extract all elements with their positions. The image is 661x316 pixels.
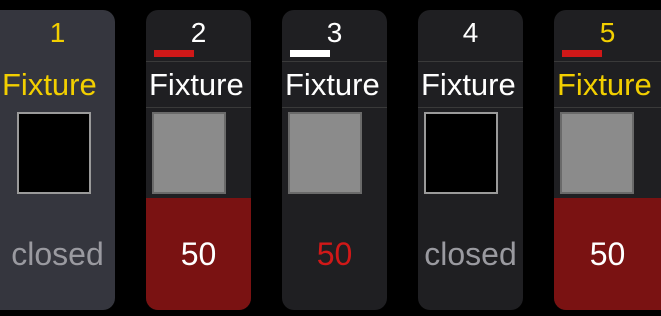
fixture-sheet: 1 Fixture closed 2 Fixture 50 3 Fixture (0, 0, 661, 316)
value-readout: 50 (180, 236, 217, 272)
value-cell: 50 (554, 198, 661, 310)
fixture-id: 2 (190, 17, 207, 48)
value-readout: closed (11, 236, 104, 272)
fixture-tile-1[interactable]: 1 Fixture closed (0, 10, 115, 310)
fixture-name: Fixture (149, 67, 244, 102)
color-swatch (152, 112, 226, 194)
fixture-header: 1 (0, 10, 115, 60)
fixture-name-row: Fixture (418, 61, 523, 108)
fixture-id: 4 (462, 17, 479, 48)
value-cell: 50 (146, 198, 251, 310)
color-swatch (17, 112, 91, 194)
selection-marker (290, 50, 330, 57)
fixture-id: 5 (599, 17, 616, 48)
fixture-name: Fixture (421, 67, 516, 102)
fixture-header: 2 (146, 10, 251, 60)
value-cell: 50 (282, 198, 387, 310)
value-readout: closed (424, 236, 517, 272)
fixture-header: 5 (554, 10, 661, 60)
fixture-id: 1 (49, 17, 66, 48)
fixture-name-row: Fixture (146, 61, 251, 108)
fixture-name-row: Fixture (282, 61, 387, 108)
value-cell: closed (0, 198, 115, 310)
selection-marker (154, 50, 194, 57)
fixture-tile-4[interactable]: 4 Fixture closed (418, 10, 523, 310)
fixture-header: 4 (418, 10, 523, 60)
value-readout: 50 (589, 236, 626, 272)
color-swatch (560, 112, 634, 194)
color-swatch (288, 112, 362, 194)
fixture-name-row: Fixture (0, 61, 115, 108)
color-swatch (424, 112, 498, 194)
fixture-id: 3 (326, 17, 343, 48)
fixture-name: Fixture (2, 67, 97, 102)
fixture-tile-5[interactable]: 5 Fixture 50 (554, 10, 661, 310)
fixture-tile-2[interactable]: 2 Fixture 50 (146, 10, 251, 310)
fixture-name-row: Fixture (554, 61, 661, 108)
fixture-header: 3 (282, 10, 387, 60)
fixture-name: Fixture (557, 67, 652, 102)
selection-marker (562, 50, 602, 57)
value-cell: closed (418, 198, 523, 310)
value-readout: 50 (316, 236, 353, 272)
fixture-tile-3[interactable]: 3 Fixture 50 (282, 10, 387, 310)
fixture-name: Fixture (285, 67, 380, 102)
